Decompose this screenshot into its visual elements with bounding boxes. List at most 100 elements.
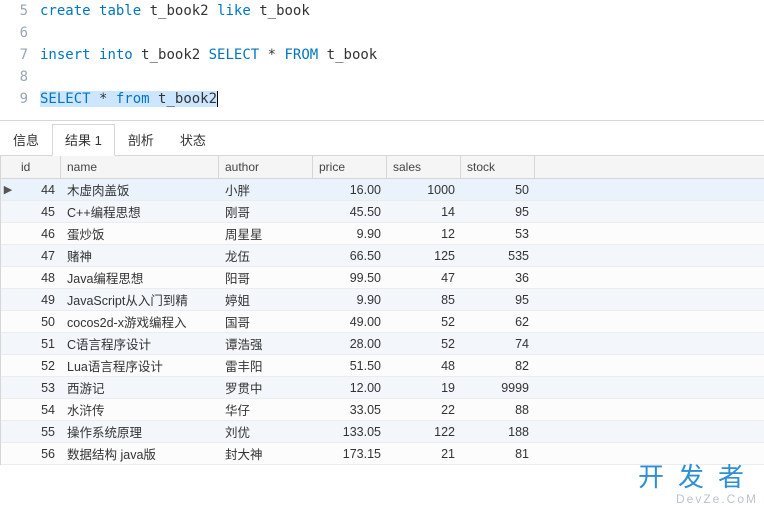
cell[interactable]: 52	[387, 335, 461, 353]
table-row[interactable]: 52Lua语言程序设计雷丰阳51.504882	[1, 355, 764, 377]
cell[interactable]: 数据结构 java版	[61, 442, 219, 465]
cell[interactable]: 刘优	[219, 420, 313, 443]
code-line[interactable]: 5create table t_book2 like t_book	[0, 0, 764, 22]
table-row[interactable]: 45C++编程思想刚哥45.501495	[1, 201, 764, 223]
tab-0[interactable]: 信息	[0, 124, 52, 156]
cell[interactable]: 48	[15, 269, 61, 287]
table-row[interactable]: 49JavaScript从入门到精婷姐9.908595	[1, 289, 764, 311]
cell[interactable]: 53	[15, 379, 61, 397]
cell[interactable]: 48	[387, 357, 461, 375]
cell[interactable]: 52	[15, 357, 61, 375]
cell[interactable]: 45	[15, 203, 61, 221]
col-author[interactable]: author	[219, 156, 313, 178]
cell[interactable]: 95	[461, 291, 535, 309]
col-name[interactable]: name	[61, 156, 219, 178]
cell[interactable]: 婷姐	[219, 288, 313, 311]
table-row[interactable]: 53西游记罗贯中12.00199999	[1, 377, 764, 399]
cell[interactable]: 赌神	[61, 244, 219, 267]
cell[interactable]: 操作系统原理	[61, 420, 219, 443]
cell[interactable]: 16.00	[313, 181, 387, 199]
cell[interactable]: 刚哥	[219, 200, 313, 223]
code-line[interactable]: 9SELECT * from t_book2	[0, 88, 764, 110]
cell[interactable]: 122	[387, 423, 461, 441]
cell[interactable]: 85	[387, 291, 461, 309]
cell[interactable]: Java编程思想	[61, 266, 219, 289]
cell[interactable]: JavaScript从入门到精	[61, 288, 219, 311]
cell[interactable]: 535	[461, 247, 535, 265]
cell[interactable]: Lua语言程序设计	[61, 354, 219, 377]
cell[interactable]: 华仔	[219, 398, 313, 421]
cell[interactable]: 55	[15, 423, 61, 441]
table-row[interactable]: 50cocos2d-x游戏编程入国哥49.005262	[1, 311, 764, 333]
table-row[interactable]: 47赌神龙伍66.50125535	[1, 245, 764, 267]
sql-editor[interactable]: 5create table t_book2 like t_book67inser…	[0, 0, 764, 118]
cell[interactable]: 66.50	[313, 247, 387, 265]
cell[interactable]: 46	[15, 225, 61, 243]
cell[interactable]: 50	[15, 313, 61, 331]
cell[interactable]: 56	[15, 445, 61, 463]
cell[interactable]: 45.50	[313, 203, 387, 221]
cell[interactable]: 53	[461, 225, 535, 243]
cell[interactable]: 水浒传	[61, 398, 219, 421]
cell[interactable]: 49.00	[313, 313, 387, 331]
cell[interactable]: 50	[461, 181, 535, 199]
cell[interactable]: 88	[461, 401, 535, 419]
cell[interactable]: 33.05	[313, 401, 387, 419]
col-id[interactable]: id	[15, 156, 61, 178]
cell[interactable]: 62	[461, 313, 535, 331]
cell[interactable]: 12	[387, 225, 461, 243]
cell[interactable]: 133.05	[313, 423, 387, 441]
cell[interactable]: 125	[387, 247, 461, 265]
cell[interactable]: 36	[461, 269, 535, 287]
cell[interactable]: 95	[461, 203, 535, 221]
cell[interactable]: 49	[15, 291, 61, 309]
code-content[interactable]: insert into t_book2 SELECT * FROM t_book	[40, 44, 377, 66]
table-row[interactable]: 48Java编程思想阳哥99.504736	[1, 267, 764, 289]
table-row[interactable]: 54水浒传华仔33.052288	[1, 399, 764, 421]
cell[interactable]: 188	[461, 423, 535, 441]
cell[interactable]: 47	[15, 247, 61, 265]
cell[interactable]: 小胖	[219, 178, 313, 201]
cell[interactable]: 52	[387, 313, 461, 331]
table-row[interactable]: 55操作系统原理刘优133.05122188	[1, 421, 764, 443]
table-row[interactable]: 56数据结构 java版封大神173.152181	[1, 443, 764, 465]
cell[interactable]: cocos2d-x游戏编程入	[61, 310, 219, 333]
cell[interactable]: 9999	[461, 379, 535, 397]
cell[interactable]: 木虚肉盖饭	[61, 178, 219, 201]
code-line[interactable]: 7insert into t_book2 SELECT * FROM t_boo…	[0, 44, 764, 66]
cell[interactable]: 19	[387, 379, 461, 397]
tab-3[interactable]: 状态	[167, 124, 219, 156]
cell[interactable]: 西游记	[61, 376, 219, 399]
tab-2[interactable]: 剖析	[115, 124, 167, 156]
cell[interactable]: 蛋炒饭	[61, 222, 219, 245]
col-sales[interactable]: sales	[387, 156, 461, 178]
cell[interactable]: 封大神	[219, 442, 313, 465]
cell[interactable]: 国哥	[219, 310, 313, 333]
code-line[interactable]: 8	[0, 66, 764, 88]
cell[interactable]: 谭浩强	[219, 332, 313, 355]
col-price[interactable]: price	[313, 156, 387, 178]
cell[interactable]: 阳哥	[219, 266, 313, 289]
table-row[interactable]: 46蛋炒饭周星星9.901253	[1, 223, 764, 245]
code-line[interactable]: 6	[0, 22, 764, 44]
cell[interactable]: 28.00	[313, 335, 387, 353]
cell[interactable]: C语言程序设计	[61, 332, 219, 355]
cell[interactable]: 9.90	[313, 225, 387, 243]
cell[interactable]: 雷丰阳	[219, 354, 313, 377]
cell[interactable]: 12.00	[313, 379, 387, 397]
cell[interactable]: 51.50	[313, 357, 387, 375]
col-stock[interactable]: stock	[461, 156, 535, 178]
cell[interactable]: 9.90	[313, 291, 387, 309]
code-content[interactable]: SELECT * from t_book2	[40, 88, 218, 110]
cell[interactable]: 173.15	[313, 445, 387, 463]
cell[interactable]: 1000	[387, 181, 461, 199]
cell[interactable]: 74	[461, 335, 535, 353]
cell[interactable]: 罗贯中	[219, 376, 313, 399]
cell[interactable]: 99.50	[313, 269, 387, 287]
table-row[interactable]: ▶44木虚肉盖饭小胖16.00100050	[1, 179, 764, 201]
cell[interactable]: 51	[15, 335, 61, 353]
cell[interactable]: 22	[387, 401, 461, 419]
cell[interactable]: 周星星	[219, 222, 313, 245]
cell[interactable]: 21	[387, 445, 461, 463]
cell[interactable]: 14	[387, 203, 461, 221]
